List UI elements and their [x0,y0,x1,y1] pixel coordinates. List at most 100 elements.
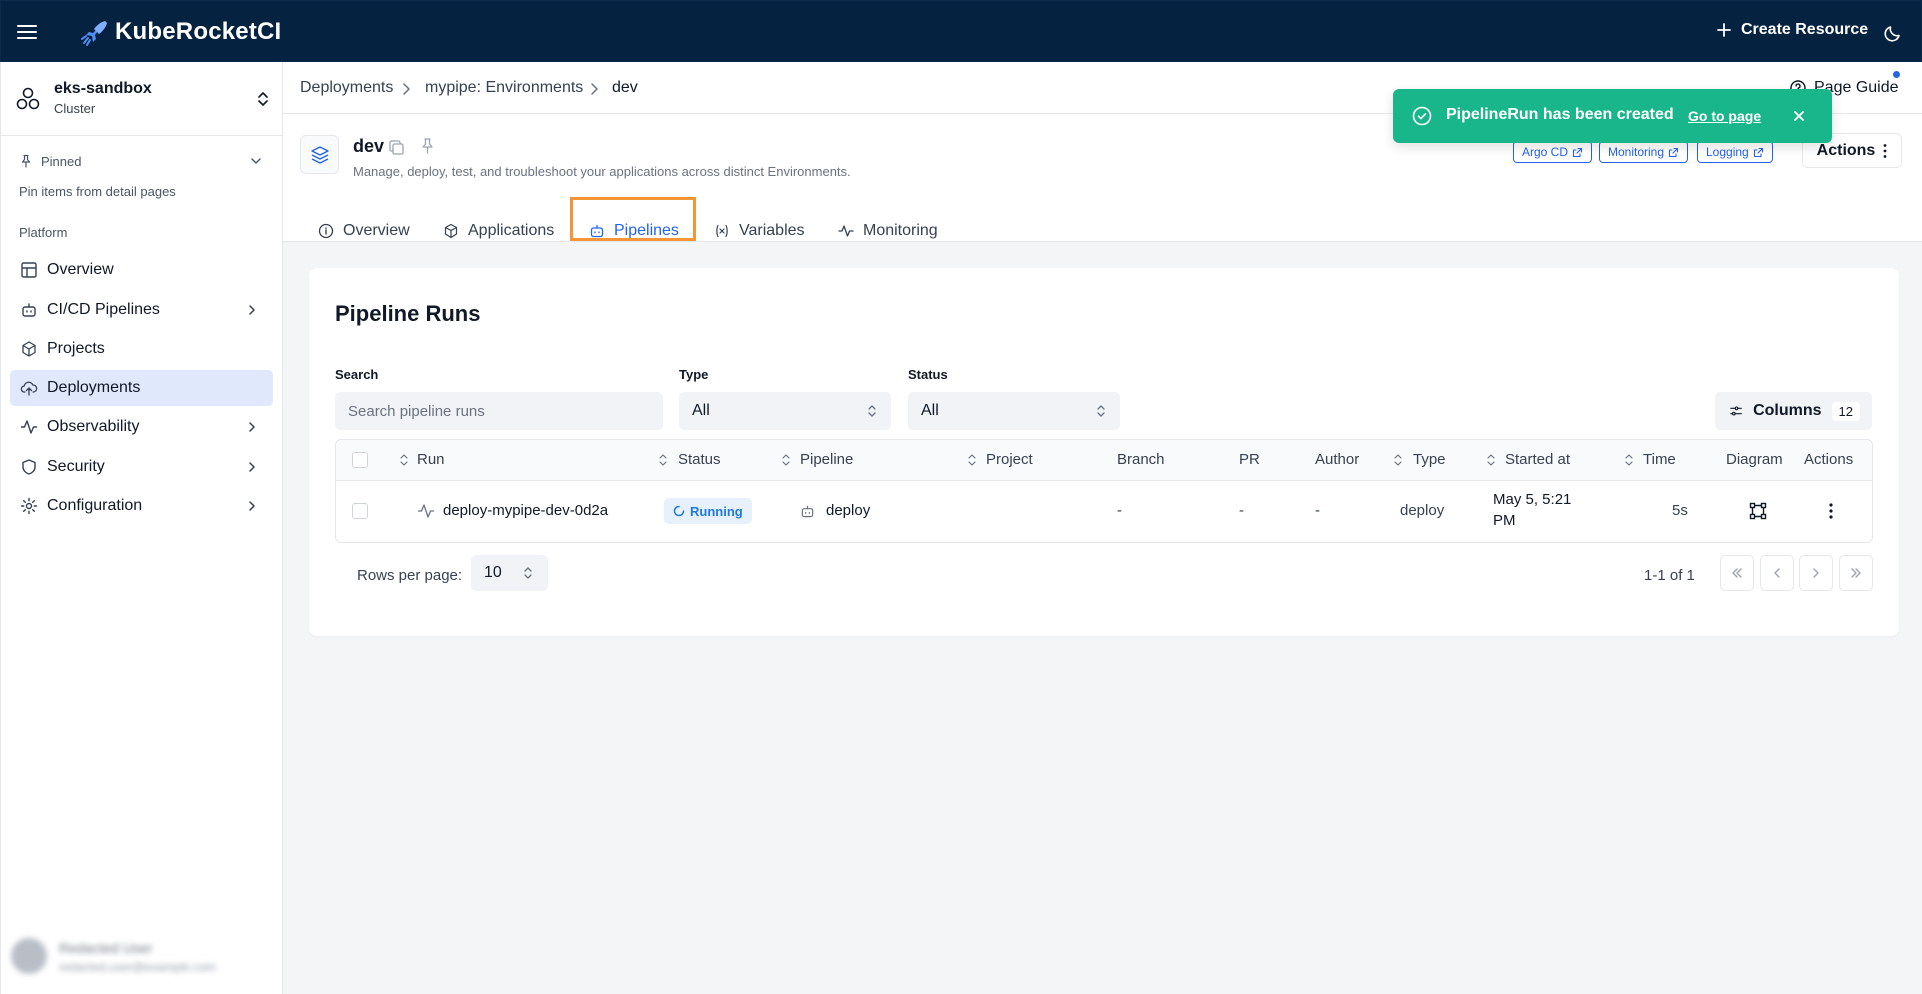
notification-dot [1893,71,1900,78]
tab-monitoring[interactable]: Monitoring [838,209,938,253]
hamburger-menu-icon[interactable] [15,20,41,44]
chevron-up-down-icon [868,405,876,417]
column-header-diagram: Diagram [1726,451,1783,468]
avatar [11,938,47,974]
breadcrumb-current: dev [612,79,638,96]
pinned-section-toggle[interactable]: Pinned [19,150,263,172]
sort-icon[interactable] [400,453,408,467]
create-resource-label: Create Resource [1741,21,1869,38]
chevron-up-down-icon [255,89,271,109]
chevron-down-icon [251,158,261,164]
run-name[interactable]: deploy-mypipe-dev-0d2a [443,502,608,519]
external-link-icon [1668,147,1679,157]
sidebar-item-label: CI/CD Pipelines [47,301,160,318]
column-header-actions: Actions [1804,451,1854,468]
page-title: dev [353,136,385,156]
info-icon [318,223,334,239]
sort-icon[interactable] [659,453,667,467]
argocd-link[interactable]: Argo CD [1513,141,1593,163]
box-icon [22,341,36,357]
tab-overview[interactable]: Overview [318,209,410,253]
select-all-checkbox[interactable] [352,452,368,468]
tab-label: Variables [739,222,805,239]
columns-button[interactable]: Columns 12 [1715,392,1872,430]
cloud-upload-icon [20,381,38,396]
cluster-type: Cluster [54,101,96,116]
cluster-switcher[interactable]: eks-sandbox Cluster [15,77,275,119]
sliders-icon [1730,406,1742,416]
columns-label: Columns [1753,402,1822,419]
status-filter-select[interactable]: All [908,392,1120,430]
pipeline-runs-table: Run Status Pipeline Project Branch PR Au… [335,439,1873,543]
column-header-started-at[interactable]: Started at [1505,451,1570,468]
column-header-status[interactable]: Status [678,451,721,468]
column-header-type[interactable]: Type [1413,451,1446,468]
type-filter-select[interactable]: All [679,392,891,430]
tab-pipelines[interactable]: Pipelines [589,209,679,253]
sidebar-divider [1,135,283,136]
moon-icon[interactable] [1883,23,1903,43]
sidebar-item-configuration[interactable]: Configuration [10,488,273,524]
shield-icon [22,459,36,475]
pagination-range: 1-1 of 1 [1644,567,1695,584]
sidebar-item-security[interactable]: Security [10,449,273,485]
cluster-name: eks-sandbox [54,80,152,97]
breadcrumb-environments[interactable]: mypipe: Environments [425,79,583,97]
type-filter-value: All [692,402,710,419]
search-input[interactable] [335,392,663,430]
pin-icon[interactable] [419,137,436,154]
bot-icon [22,303,36,317]
logging-link[interactable]: Logging [1697,141,1773,163]
column-header-project[interactable]: Project [986,451,1033,468]
chevron-left-icon [1774,568,1780,578]
create-resource-button[interactable]: Create Resource [1717,21,1868,39]
rows-per-page-select[interactable]: 10 [471,555,548,591]
close-icon[interactable] [1791,108,1807,124]
column-header-time[interactable]: Time [1643,451,1676,468]
tab-applications[interactable]: Applications [443,209,554,253]
pipeline-name[interactable]: deploy [826,502,870,519]
sort-icon[interactable] [1487,453,1495,467]
monitoring-link[interactable]: Monitoring [1599,141,1689,163]
diagram-icon[interactable] [1749,502,1767,520]
chevron-right-icon [249,422,255,432]
sort-icon[interactable] [782,453,790,467]
row-checkbox[interactable] [352,503,368,519]
bot-icon [590,224,604,238]
breadcrumb-deployments[interactable]: Deployments [300,79,393,97]
sidebar-item-projects[interactable]: Projects [10,331,273,367]
column-header-pipeline[interactable]: Pipeline [800,451,853,468]
sidebar-item-overview[interactable]: Overview [10,252,273,288]
previous-page-button[interactable] [1760,555,1794,591]
next-page-button[interactable] [1799,555,1833,591]
main-content: Deployments mypipe: Environments dev Pag… [283,62,1922,994]
sidebar-item-observability[interactable]: Observability [10,409,273,445]
tab-label: Applications [468,222,555,239]
sidebar-item-deployments[interactable]: Deployments [10,370,273,406]
type-filter-label: Type [679,367,709,382]
plus-icon [1717,23,1731,37]
copy-icon[interactable] [388,139,405,156]
sort-icon[interactable] [968,453,976,467]
page-description: Manage, deploy, test, and troubleshoot y… [353,164,851,179]
sort-icon[interactable] [1394,453,1402,467]
user-name: Redacted User [59,940,153,956]
sidebar-item-cicd-pipelines[interactable]: CI/CD Pipelines [10,292,273,328]
loader-icon [673,505,685,517]
tab-variables[interactable]: Variables [714,209,805,253]
user-profile[interactable]: Redacted User redacted.user@example.com [7,932,273,982]
first-page-button[interactable] [1720,555,1754,591]
sort-icon[interactable] [1625,453,1633,467]
variable-icon [716,224,728,238]
last-page-button[interactable] [1839,555,1873,591]
pipeline-runs-card: Pipeline Runs Search Type All Status All… [309,268,1899,636]
chevrons-left-icon [1732,568,1742,578]
toast-go-to-page-link[interactable]: Go to page [1688,108,1761,124]
columns-count-badge: 12 [1831,401,1860,421]
column-header-run[interactable]: Run [417,451,445,468]
more-vertical-icon[interactable] [1821,500,1841,522]
branch-cell: - [1117,502,1122,519]
chevron-right-icon [249,501,255,511]
cluster-icon [15,86,41,112]
check-circle-icon [1412,106,1432,126]
